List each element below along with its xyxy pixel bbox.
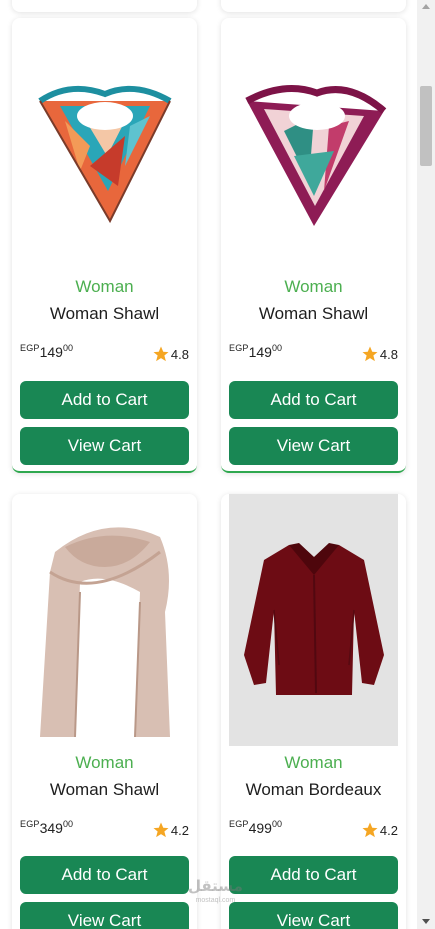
star-icon — [153, 822, 169, 838]
product-image[interactable] — [20, 26, 189, 276]
product-category: Woman — [284, 277, 343, 296]
view-cart-button[interactable]: View Cart — [20, 427, 189, 465]
view-cart-button[interactable]: View Cart — [229, 427, 398, 465]
product-name[interactable]: Woman Shawl — [12, 304, 197, 324]
product-price: EGP14900 — [229, 343, 282, 360]
view-cart-button[interactable]: View Cart — [20, 902, 189, 929]
scarf-pink-icon — [244, 85, 386, 226]
product-card-partial — [12, 0, 197, 12]
star-icon — [362, 822, 378, 838]
product-price: EGP14900 — [20, 343, 73, 360]
product-name[interactable]: Woman Shawl — [12, 780, 197, 800]
watermark: مستقل mostaql.com — [188, 878, 243, 904]
product-rating: 4.2 — [361, 821, 398, 839]
product-card[interactable]: Woman Woman Shawl EGP14900 4.8 Add to Ca… — [12, 18, 197, 473]
product-card-partial — [221, 0, 406, 12]
add-to-cart-button[interactable]: Add to Cart — [20, 381, 189, 419]
product-name[interactable]: Woman Shawl — [221, 304, 406, 324]
product-card[interactable]: Woman Woman Shawl EGP34900 4.2 Add to Ca… — [12, 494, 197, 929]
scroll-down-icon[interactable] — [422, 919, 430, 924]
vertical-scrollbar[interactable] — [417, 0, 435, 929]
product-image[interactable] — [20, 502, 189, 752]
product-card[interactable]: Woman Woman Bordeaux EGP49900 4.2 Add to… — [221, 494, 406, 929]
product-rating: 4.8 — [361, 345, 398, 363]
product-category: Woman — [284, 753, 343, 772]
star-icon — [362, 346, 378, 362]
scrollbar-thumb[interactable] — [420, 86, 432, 166]
product-price: EGP49900 — [229, 819, 282, 836]
add-to-cart-button[interactable]: Add to Cart — [229, 381, 398, 419]
add-to-cart-button[interactable]: Add to Cart — [229, 856, 398, 894]
product-rating: 4.2 — [152, 821, 189, 839]
add-to-cart-button[interactable]: Add to Cart — [20, 856, 189, 894]
product-rating: 4.8 — [152, 345, 189, 363]
product-grid: Woman Woman Shawl EGP14900 4.8 Add to Ca… — [0, 0, 417, 929]
scroll-up-icon[interactable] — [422, 4, 430, 9]
star-icon — [153, 346, 169, 362]
product-image[interactable] — [229, 494, 398, 746]
shirt-bordeaux-icon — [243, 543, 384, 695]
product-category: Woman — [75, 277, 134, 296]
scarf-orange-icon — [37, 85, 171, 224]
product-card[interactable]: Woman Woman Shawl EGP14900 4.8 Add to Ca… — [221, 18, 406, 473]
product-category: Woman — [75, 753, 134, 772]
view-cart-button[interactable]: View Cart — [229, 902, 398, 929]
scarf-beige-icon — [39, 527, 170, 738]
product-image[interactable] — [229, 26, 398, 276]
product-name[interactable]: Woman Bordeaux — [221, 780, 406, 800]
product-price: EGP34900 — [20, 819, 73, 836]
